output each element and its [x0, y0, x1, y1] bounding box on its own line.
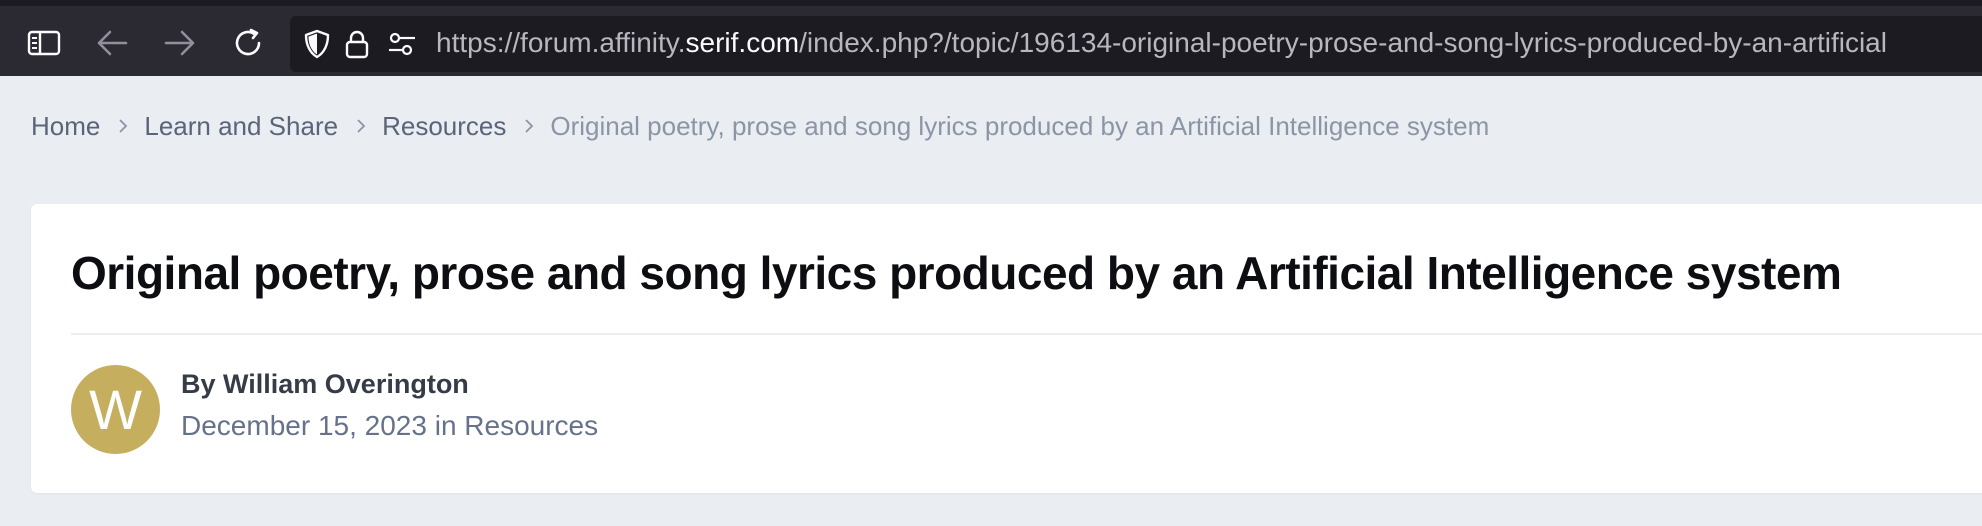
url-text[interactable]: https://forum.affinity.serif.com/index.p…	[436, 27, 1887, 59]
back-button[interactable]	[92, 23, 132, 63]
reload-button[interactable]	[228, 23, 268, 63]
avatar-letter: W	[89, 378, 142, 441]
breadcrumb: Home Learn and Share Resources Original …	[31, 108, 1489, 144]
url-host: serif.com	[685, 27, 800, 58]
category-link[interactable]: Resources	[464, 410, 598, 441]
breadcrumb-learn-and-share[interactable]: Learn and Share	[144, 111, 338, 142]
breadcrumb-resources[interactable]: Resources	[382, 111, 506, 142]
breadcrumb-home[interactable]: Home	[31, 111, 100, 142]
url-path: /index.php?/topic/196134-original-poetry…	[799, 27, 1887, 58]
address-bar[interactable]: https://forum.affinity.serif.com/index.p…	[290, 16, 1982, 72]
back-arrow-icon	[96, 29, 128, 57]
permissions-icon[interactable]	[387, 29, 417, 59]
chevron-right-icon	[118, 118, 128, 134]
breadcrumb-current: Original poetry, prose and song lyrics p…	[550, 110, 1490, 141]
forward-arrow-icon	[164, 29, 196, 57]
chevron-right-icon	[524, 118, 534, 134]
topic-header-card: Original poetry, prose and song lyrics p…	[31, 204, 1982, 493]
avatar[interactable]: W	[71, 365, 160, 454]
author-name[interactable]: By William Overington	[181, 369, 469, 400]
chevron-right-icon	[356, 118, 366, 134]
post-meta: December 15, 2023 in Resources	[181, 410, 598, 442]
forward-button[interactable]	[160, 23, 200, 63]
divider	[71, 333, 1982, 335]
shield-icon[interactable]	[302, 29, 332, 59]
sidebar-icon	[27, 30, 61, 56]
lock-icon[interactable]	[342, 29, 372, 59]
post-date: December 15, 2023	[181, 410, 427, 441]
in-word: in	[434, 410, 457, 441]
sidebar-toggle-button[interactable]	[24, 23, 64, 63]
url-prefix: https://forum.affinity.	[436, 27, 686, 58]
reload-icon	[232, 27, 264, 59]
browser-toolbar: https://forum.affinity.serif.com/index.p…	[0, 0, 1982, 76]
page-title: Original poetry, prose and song lyrics p…	[71, 247, 1842, 299]
